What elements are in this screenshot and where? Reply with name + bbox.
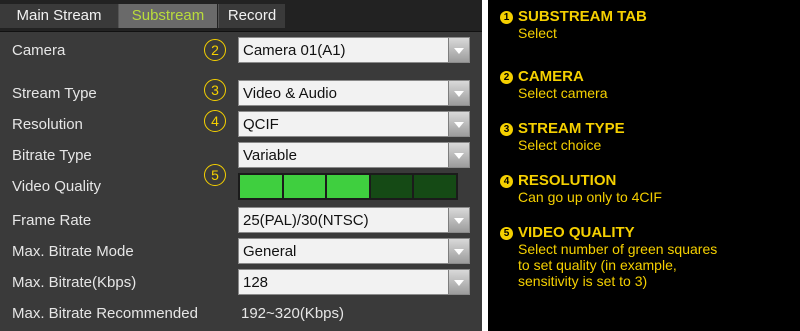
video-quality-row: Video Quality 5 [0,164,482,202]
max-bitrate-recommended-value: 192~320(Kbps) [241,305,344,322]
callout-4: 4 [204,110,226,132]
max-bitrate-mode-value: General [243,243,297,260]
camera-label: Camera [12,42,66,59]
chevron-down-icon[interactable] [448,112,469,136]
settings-form: Camera 2 Camera 01(A1) Stream Type 3 Vid… [0,32,482,331]
callout-3: 3 [204,79,226,101]
quality-square-off[interactable] [414,175,456,198]
max-bitrate-mode-select[interactable]: General [238,238,470,264]
tab-substream[interactable]: Substream [119,4,217,28]
resolution-row: Resolution 4 QCIF [0,110,482,140]
video-quality-selector[interactable] [238,173,458,200]
legend-description: to set quality (in example, [518,257,677,273]
bitrate-type-select[interactable]: Variable [238,142,470,168]
legend-heading: 1 SUBSTREAM TAB [500,8,647,25]
legend-title: VIDEO QUALITY [518,224,635,241]
stream-type-value: Video & Audio [243,85,337,102]
legend-item: 3 STREAM TYPE Select choice [500,120,625,153]
tab-record[interactable]: Record [218,4,285,28]
legend-number-badge: 1 [500,11,513,24]
max-bitrate-label: Max. Bitrate(Kbps) [12,274,137,291]
legend-title: CAMERA [518,68,584,85]
quality-square-off[interactable] [370,175,413,198]
chevron-down-icon[interactable] [448,38,469,62]
legend-number-badge: 4 [500,175,513,188]
tab-main-stream[interactable]: Main Stream [0,4,119,28]
camera-select[interactable]: Camera 01(A1) [238,37,470,63]
stream-type-select[interactable]: Video & Audio [238,80,470,106]
tab-bar: Main Stream Substream Record [0,0,482,32]
quality-square-on[interactable] [283,175,326,198]
legend-description: Can go up only to 4CIF [518,189,662,205]
legend-number-badge: 2 [500,71,513,84]
chevron-down-icon[interactable] [448,239,469,263]
legend-description: Select camera [518,85,608,101]
frame-rate-label: Frame Rate [12,212,92,229]
legend-title: SUBSTREAM TAB [518,8,647,25]
stream-type-row: Stream Type 3 Video & Audio [0,79,482,109]
resolution-label: Resolution [12,116,83,133]
max-bitrate-recommended-label: Max. Bitrate Recommended [12,305,198,322]
legend-description: Select choice [518,137,602,153]
legend-heading: 2 CAMERA [500,68,607,85]
max-bitrate-row: Max. Bitrate(Kbps) 128 [0,268,482,298]
max-bitrate-mode-label: Max. Bitrate Mode [12,243,134,260]
legend-description: Select number of green squares [518,241,718,257]
camera-value: Camera 01(A1) [243,42,346,59]
legend-item: 2 CAMERA Select camera [500,68,607,101]
chevron-down-icon[interactable] [448,208,469,232]
legend-panel: 1 SUBSTREAM TAB Select 2 CAMERA Select camera… [488,0,800,331]
chevron-down-icon[interactable] [448,143,469,167]
resolution-value: QCIF [243,116,279,133]
frame-rate-select[interactable]: 25(PAL)/30(NTSC) [238,207,470,233]
quality-square-on[interactable] [327,175,369,198]
callout-2: 2 [204,39,226,61]
max-bitrate-recommended-row: Max. Bitrate Recommended 192~320(Kbps) [0,299,482,329]
legend-number-badge: 5 [500,227,513,240]
camera-row: Camera 2 Camera 01(A1) [0,36,482,66]
legend-item: 5 VIDEO QUALITY Select number of green squ… [500,224,717,289]
substream-settings-panel: Main Stream Substream Record 1 Camera 2 … [0,0,482,331]
legend-description: sensitivity is set to 3) [518,273,648,289]
video-quality-label: Video Quality [12,178,101,195]
max-bitrate-mode-row: Max. Bitrate Mode General [0,237,482,267]
bitrate-type-row: Bitrate Type Variable [0,141,482,171]
legend-item: 1 SUBSTREAM TAB Select [500,8,647,41]
quality-square-on[interactable] [240,175,282,198]
legend-title: RESOLUTION [518,172,617,189]
legend-number-badge: 3 [500,123,513,136]
frame-rate-value: 25(PAL)/30(NTSC) [243,212,369,229]
legend-description: Select [518,25,557,41]
bitrate-type-label: Bitrate Type [12,147,92,164]
chevron-down-icon[interactable] [448,270,469,294]
bitrate-type-value: Variable [243,147,297,164]
max-bitrate-select[interactable]: 128 [238,269,470,295]
frame-rate-row: Frame Rate 25(PAL)/30(NTSC) [0,206,482,236]
legend-heading: 4 RESOLUTION [500,172,662,189]
resolution-select[interactable]: QCIF [238,111,470,137]
max-bitrate-value: 128 [243,274,269,291]
legend-heading: 5 VIDEO QUALITY [500,224,717,241]
chevron-down-icon[interactable] [448,81,469,105]
legend-item: 4 RESOLUTION Can go up only to 4CIF [500,172,662,205]
callout-5: 5 [204,164,226,186]
stream-type-label: Stream Type [12,85,97,102]
legend-title: STREAM TYPE [518,120,625,137]
legend-heading: 3 STREAM TYPE [500,120,625,137]
